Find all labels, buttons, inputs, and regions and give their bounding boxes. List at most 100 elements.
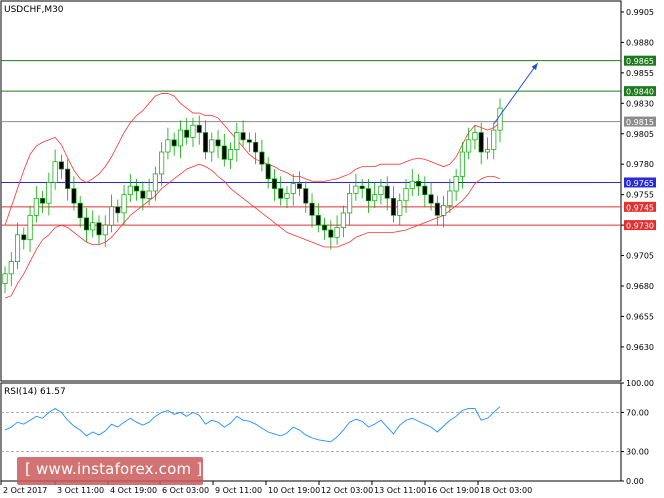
level-label: 0.9745 <box>626 203 654 212</box>
candle-body <box>8 261 14 275</box>
watermark-text: [ www.instaforex.com ] <box>25 460 203 478</box>
candle-body <box>497 107 503 131</box>
candle-body <box>315 215 321 226</box>
candle-body <box>397 200 403 216</box>
candle-body <box>33 197 39 216</box>
candle-body <box>265 163 271 180</box>
candle-body <box>108 206 115 226</box>
candle-body <box>422 185 428 196</box>
candle-body <box>334 227 340 238</box>
candle-body <box>428 194 434 204</box>
candle-body <box>121 194 127 214</box>
chart-background <box>0 0 664 498</box>
candle-body <box>65 168 71 189</box>
candle-body <box>177 129 183 147</box>
candle-body <box>466 139 472 153</box>
candle-body <box>378 185 384 196</box>
candle-body <box>14 234 21 262</box>
candle-body <box>340 212 346 228</box>
chart-root: USDCHF,M30 0.9905 0.9880 0.9855 0.9830 0.980… <box>0 0 664 498</box>
candle-body <box>134 185 140 192</box>
x-tick-label: 12 Oct 03:00 <box>321 486 373 495</box>
candle-body <box>359 185 365 189</box>
candle-body <box>478 132 484 153</box>
rsi-y-tick-label: 70.00 <box>626 408 649 417</box>
candle-body <box>253 141 259 153</box>
candle-body <box>196 124 202 133</box>
candle-body <box>259 151 265 165</box>
candle-body <box>384 185 390 199</box>
candle-body <box>328 229 334 238</box>
candle-body <box>403 188 409 202</box>
level-label: 0.9765 <box>626 179 654 188</box>
candle-body <box>390 197 397 216</box>
candle-body <box>409 180 415 189</box>
candle-body <box>372 194 378 202</box>
candle-body <box>52 161 58 183</box>
candle-body <box>58 161 64 170</box>
candle-body <box>322 224 328 231</box>
price-y-tick-label: 0.9680 <box>626 282 654 291</box>
candle-body <box>152 173 158 192</box>
candle-body <box>102 224 108 236</box>
candle-body <box>284 193 290 199</box>
candle-body <box>209 139 215 153</box>
level-label: 0.9815 <box>626 118 654 127</box>
x-tick-label: 18 Oct 03:00 <box>480 486 532 495</box>
candle-body <box>90 222 96 231</box>
level-label: 0.9865 <box>626 57 654 66</box>
candle-body <box>228 149 234 160</box>
candle-body <box>159 151 165 175</box>
rsi-y-tick-label: 30.00 <box>626 448 649 457</box>
level-label: 0.9730 <box>626 222 654 231</box>
candle-body <box>453 176 459 192</box>
x-tick-label: 13 Oct 11:00 <box>374 486 426 495</box>
candle-body <box>46 182 52 204</box>
candle-body <box>246 139 252 143</box>
candle-body <box>40 197 46 204</box>
candle-body <box>441 205 447 216</box>
candle-body <box>484 149 491 153</box>
price-y-tick-label: 0.9630 <box>626 343 654 352</box>
candle-body <box>221 145 227 160</box>
candle-body <box>96 222 102 236</box>
candle-body <box>184 129 190 138</box>
candle-body <box>491 129 497 150</box>
candle-body <box>71 188 77 204</box>
candle-body <box>472 132 478 141</box>
candle-body <box>2 273 8 284</box>
candle-body <box>309 202 315 216</box>
candle-body <box>215 139 221 147</box>
candle-body <box>77 202 83 219</box>
candle-body <box>296 183 303 189</box>
candle-body <box>434 202 440 216</box>
candle-body <box>303 188 309 204</box>
candle-body <box>459 151 465 177</box>
price-y-tick-label: 0.9705 <box>626 252 654 261</box>
price-y-tick-label: 0.9905 <box>626 8 654 17</box>
candle-body <box>202 132 209 153</box>
price-y-tick-label: 0.9755 <box>626 191 654 200</box>
price-y-tick-label: 0.9655 <box>626 312 654 321</box>
candle-body <box>234 132 240 150</box>
candle-body <box>416 180 422 187</box>
candle-body <box>21 234 27 241</box>
candle-body <box>83 217 89 231</box>
candle-body <box>347 193 353 214</box>
candle-body <box>290 183 296 194</box>
x-tick-label: 3 Oct 11:00 <box>57 486 104 495</box>
x-tick-label: 4 Oct 19:00 <box>110 486 157 495</box>
candle-body <box>353 185 359 194</box>
price-y-tick-label: 0.9830 <box>626 99 654 108</box>
candle-body <box>271 178 277 189</box>
rsi-y-tick-label: 0.00 <box>626 477 644 486</box>
price-y-tick-label: 0.9805 <box>626 130 654 139</box>
price-y-tick-label: 0.9855 <box>626 69 654 78</box>
candle-body <box>165 139 171 153</box>
candle-body <box>146 190 152 199</box>
x-tick-label: 16 Oct 19:00 <box>427 486 479 495</box>
candle-body <box>171 139 177 147</box>
candle-body <box>278 188 284 199</box>
candle-body <box>190 124 196 138</box>
rsi-y-tick-label: 100.00 <box>626 379 654 388</box>
